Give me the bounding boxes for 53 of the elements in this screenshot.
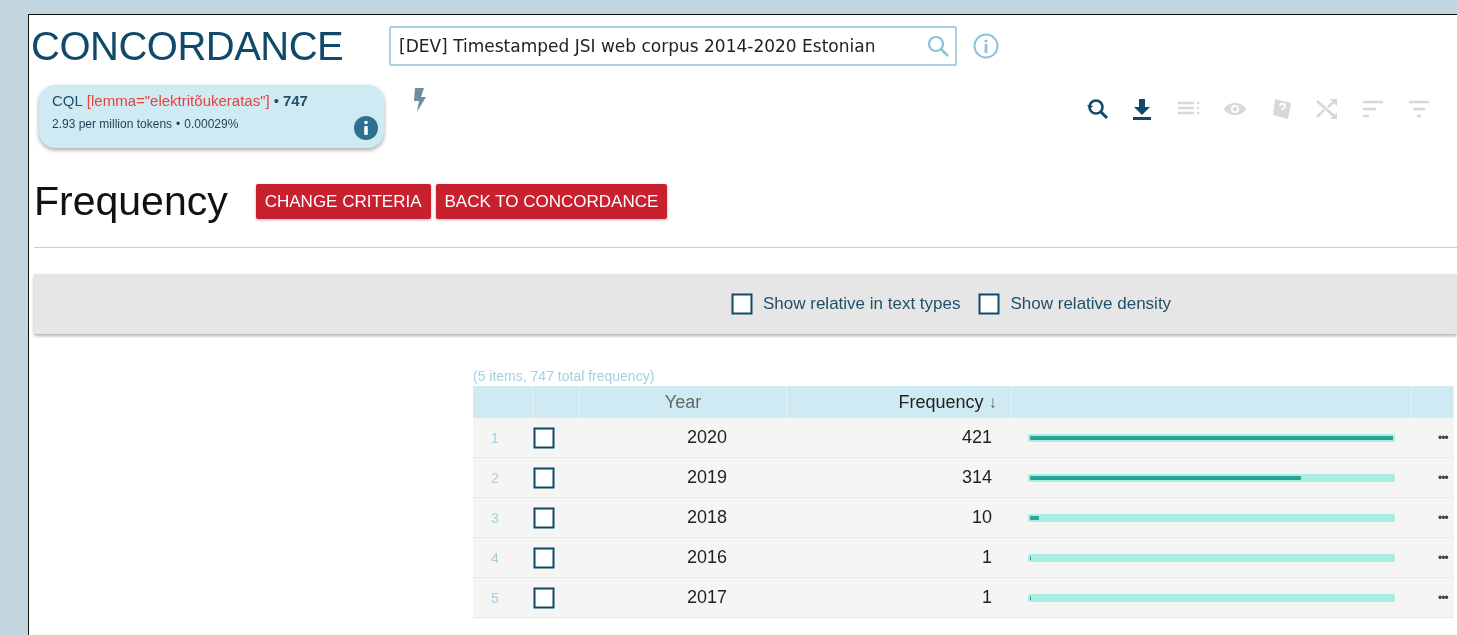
- table-summary: (5 items, 747 total frequency): [473, 368, 656, 386]
- more-menu[interactable]: •••: [1438, 550, 1448, 565]
- option-label: Show relative density: [1010, 294, 1172, 314]
- table-row[interactable]: 4 2016 1 •••: [473, 538, 1454, 578]
- column-header[interactable]: Year: [664, 391, 702, 413]
- row-number: 3: [491, 509, 499, 526]
- app-title: CONCORDANCE: [31, 23, 345, 69]
- table-row[interactable]: 1 2020 421 •••: [473, 418, 1454, 458]
- checkbox[interactable]: [731, 293, 753, 315]
- checkbox[interactable]: [978, 293, 1001, 315]
- table-cell: 314: [961, 467, 992, 488]
- table-cell: 2017: [687, 587, 728, 608]
- table-cell: 2018: [687, 507, 728, 528]
- info-icon[interactable]: [354, 116, 378, 140]
- more-menu[interactable]: •••: [1438, 430, 1448, 445]
- query-type: CQL: [52, 92, 83, 109]
- column-header[interactable]: Frequency ↓: [898, 391, 997, 413]
- table-cell: 2019: [687, 467, 728, 488]
- row-number: 2: [491, 469, 499, 486]
- table-cell: 1: [982, 547, 992, 568]
- per-million-text: 2.93 per million tokens: [52, 117, 173, 131]
- row-number: 4: [491, 549, 499, 566]
- more-menu[interactable]: •••: [1438, 510, 1448, 525]
- table-cell: 2016: [687, 547, 728, 568]
- action-button[interactable]: CHANGE CRITERIA: [255, 184, 431, 219]
- checkbox[interactable]: [533, 466, 555, 489]
- percent-text: 0.00029%: [184, 117, 239, 131]
- row-number: 1: [491, 429, 499, 446]
- more-menu[interactable]: •••: [1438, 470, 1448, 485]
- separator-dot: •: [176, 117, 181, 131]
- table-cell: 10: [971, 507, 992, 528]
- query-chip[interactable]: CQL [lemma="elektritõukeratas"] • 747 2.93 per million tokens • 0.00029%: [39, 85, 384, 148]
- page-title: Frequency: [34, 178, 228, 225]
- table-cell: 1: [982, 587, 992, 608]
- option-label: Show relative in text types: [763, 294, 961, 314]
- table-row[interactable]: 2 2019 314 •••: [473, 458, 1454, 498]
- row-number: 5: [491, 589, 499, 606]
- hit-count: 747: [282, 92, 308, 109]
- table-cell: 421: [961, 427, 992, 448]
- checkbox[interactable]: [533, 586, 555, 609]
- query-expression: [lemma="elektritõukeratas"]: [86, 92, 270, 109]
- table-row[interactable]: 5 2017 1 •••: [473, 578, 1454, 618]
- table-row[interactable]: 3 2018 10 •••: [473, 498, 1454, 538]
- checkbox[interactable]: [533, 546, 555, 569]
- more-menu[interactable]: •••: [1438, 590, 1448, 605]
- separator-dot: •: [273, 92, 279, 109]
- action-button[interactable]: BACK TO CONCORDANCE: [435, 184, 668, 219]
- table-cell: 2020: [687, 427, 728, 448]
- corpus-search-field[interactable]: [DEV] Timestamped JSI web corpus 2014-2020 Estonian: [389, 26, 957, 66]
- checkbox[interactable]: [533, 506, 555, 529]
- lightning-icon[interactable]: [412, 87, 428, 113]
- refine-search-icon[interactable]: [1085, 97, 1109, 121]
- checkbox[interactable]: [533, 426, 555, 449]
